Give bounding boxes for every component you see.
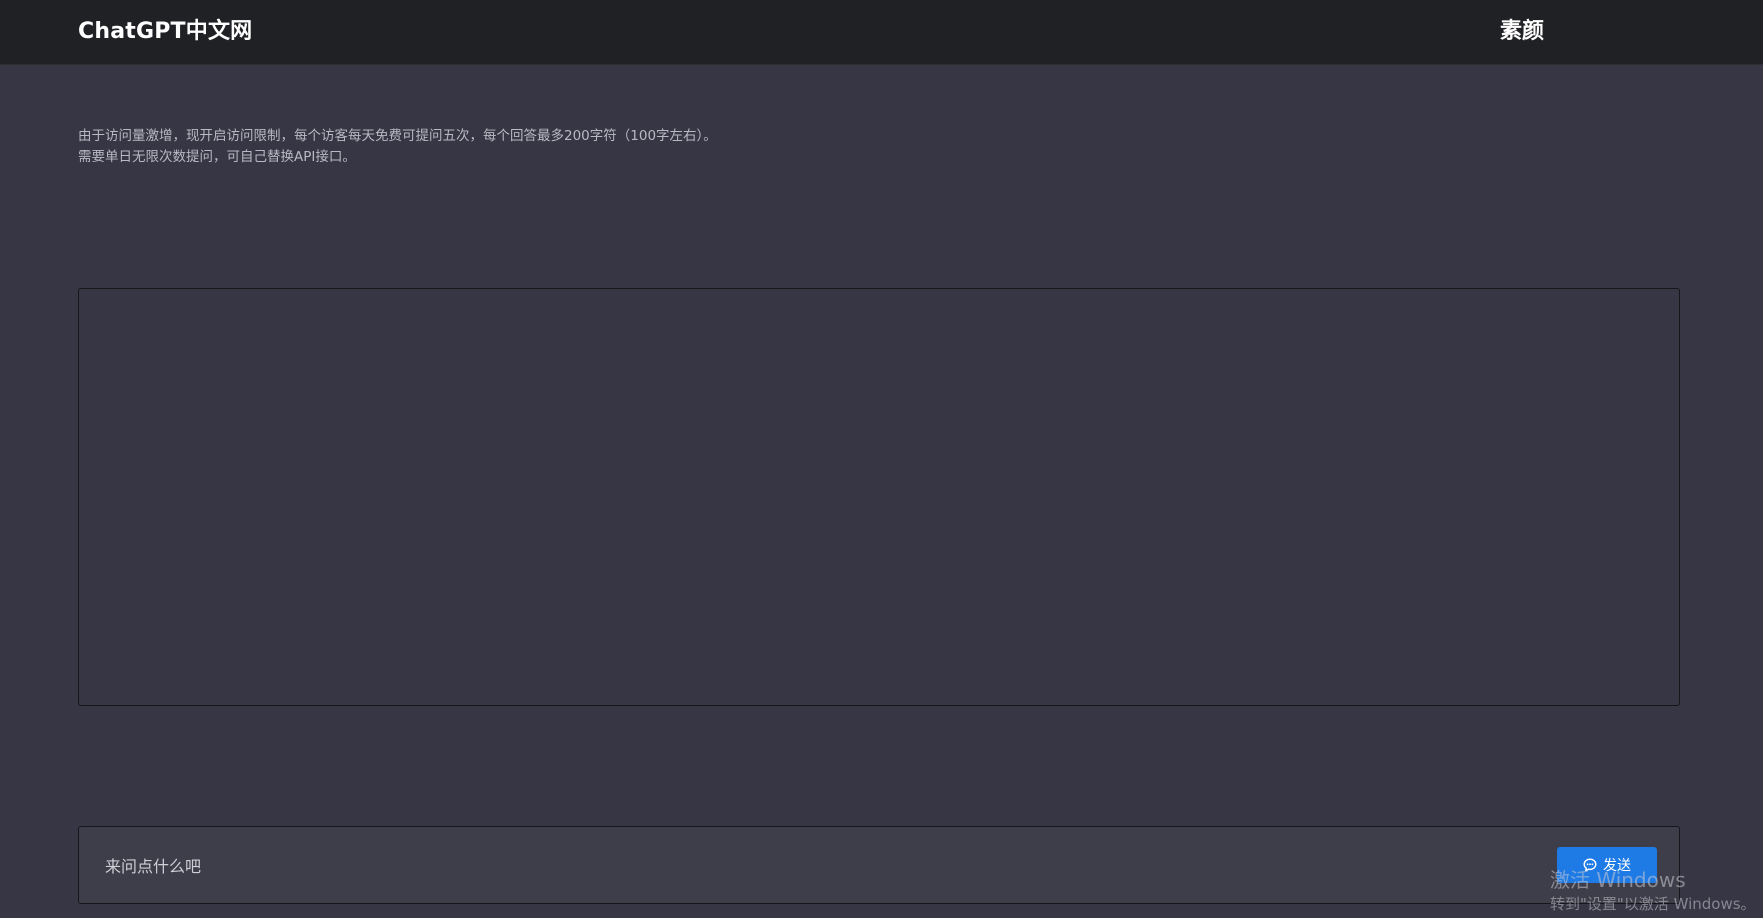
watermark-title: 激活 Windows: [1550, 868, 1686, 892]
top-bar: ChatGPT中文网 素颜: [0, 0, 1763, 65]
usage-notice: 由于访问量激增，现开启访问限制，每个访客每天免费可提问五次，每个回答最多200字…: [78, 126, 717, 168]
windows-activation-watermark: 激活 Windows 转到"设置"以激活 Windows。: [1550, 868, 1756, 916]
watermark-subtitle: 转到"设置"以激活 Windows。: [1550, 895, 1756, 913]
notice-line-limit: 由于访问量激增，现开启访问限制，每个访客每天免费可提问五次，每个回答最多200字…: [78, 128, 717, 144]
user-name[interactable]: 素颜: [1500, 13, 1544, 45]
composer-bar: 发送: [78, 826, 1680, 904]
question-input[interactable]: [103, 849, 1527, 883]
brand-title[interactable]: ChatGPT中文网: [78, 13, 252, 45]
notice-line-api: 需要单日无限次数提问，可自己替换API接口。: [78, 149, 356, 165]
chat-output-area[interactable]: [78, 288, 1680, 706]
